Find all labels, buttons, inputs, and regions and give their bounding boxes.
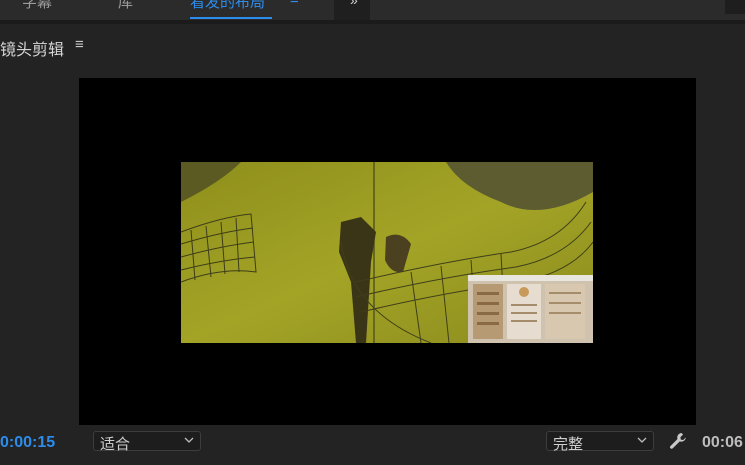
current-timecode[interactable]: 0:00:15 xyxy=(0,434,55,452)
workspace-tab-captions[interactable]: 字幕 xyxy=(22,0,52,12)
pip-inset xyxy=(468,275,593,343)
tab-bar-end-block xyxy=(725,0,745,14)
wrench-icon[interactable] xyxy=(668,431,688,451)
active-tab-underline xyxy=(190,17,272,19)
workspace-tab-libraries[interactable]: 库 xyxy=(118,0,133,12)
panel-header: 镜头剪辑 ≡ xyxy=(0,24,745,64)
playback-resolution-select[interactable]: 完整 xyxy=(546,431,654,453)
duration-timecode: 00:06 xyxy=(702,434,743,451)
zoom-level-value: 适合 xyxy=(100,436,131,453)
panel-menu-icon[interactable]: ≡ xyxy=(75,36,84,53)
playback-resolution-value: 完整 xyxy=(553,436,584,453)
workspace-menu-icon[interactable]: ≡ xyxy=(290,0,299,8)
chevron-down-icon xyxy=(184,437,194,443)
video-canvas[interactable] xyxy=(79,78,696,425)
workspace-tab-custom-layout[interactable]: 看发的布局 xyxy=(190,0,265,12)
panel-title[interactable]: 镜头剪辑 xyxy=(0,36,64,60)
overflow-chevron-icon[interactable]: » xyxy=(350,0,358,8)
video-frame xyxy=(181,162,593,343)
workspace-tab-bar: 字幕 库 看发的布局 ≡ » xyxy=(0,0,745,20)
monitor-controls: 0:00:15 适合 完整 00:06 xyxy=(0,428,745,465)
chevron-down-icon xyxy=(637,437,647,443)
zoom-level-select[interactable]: 适合 xyxy=(93,431,201,453)
video-frame-image xyxy=(181,162,593,343)
